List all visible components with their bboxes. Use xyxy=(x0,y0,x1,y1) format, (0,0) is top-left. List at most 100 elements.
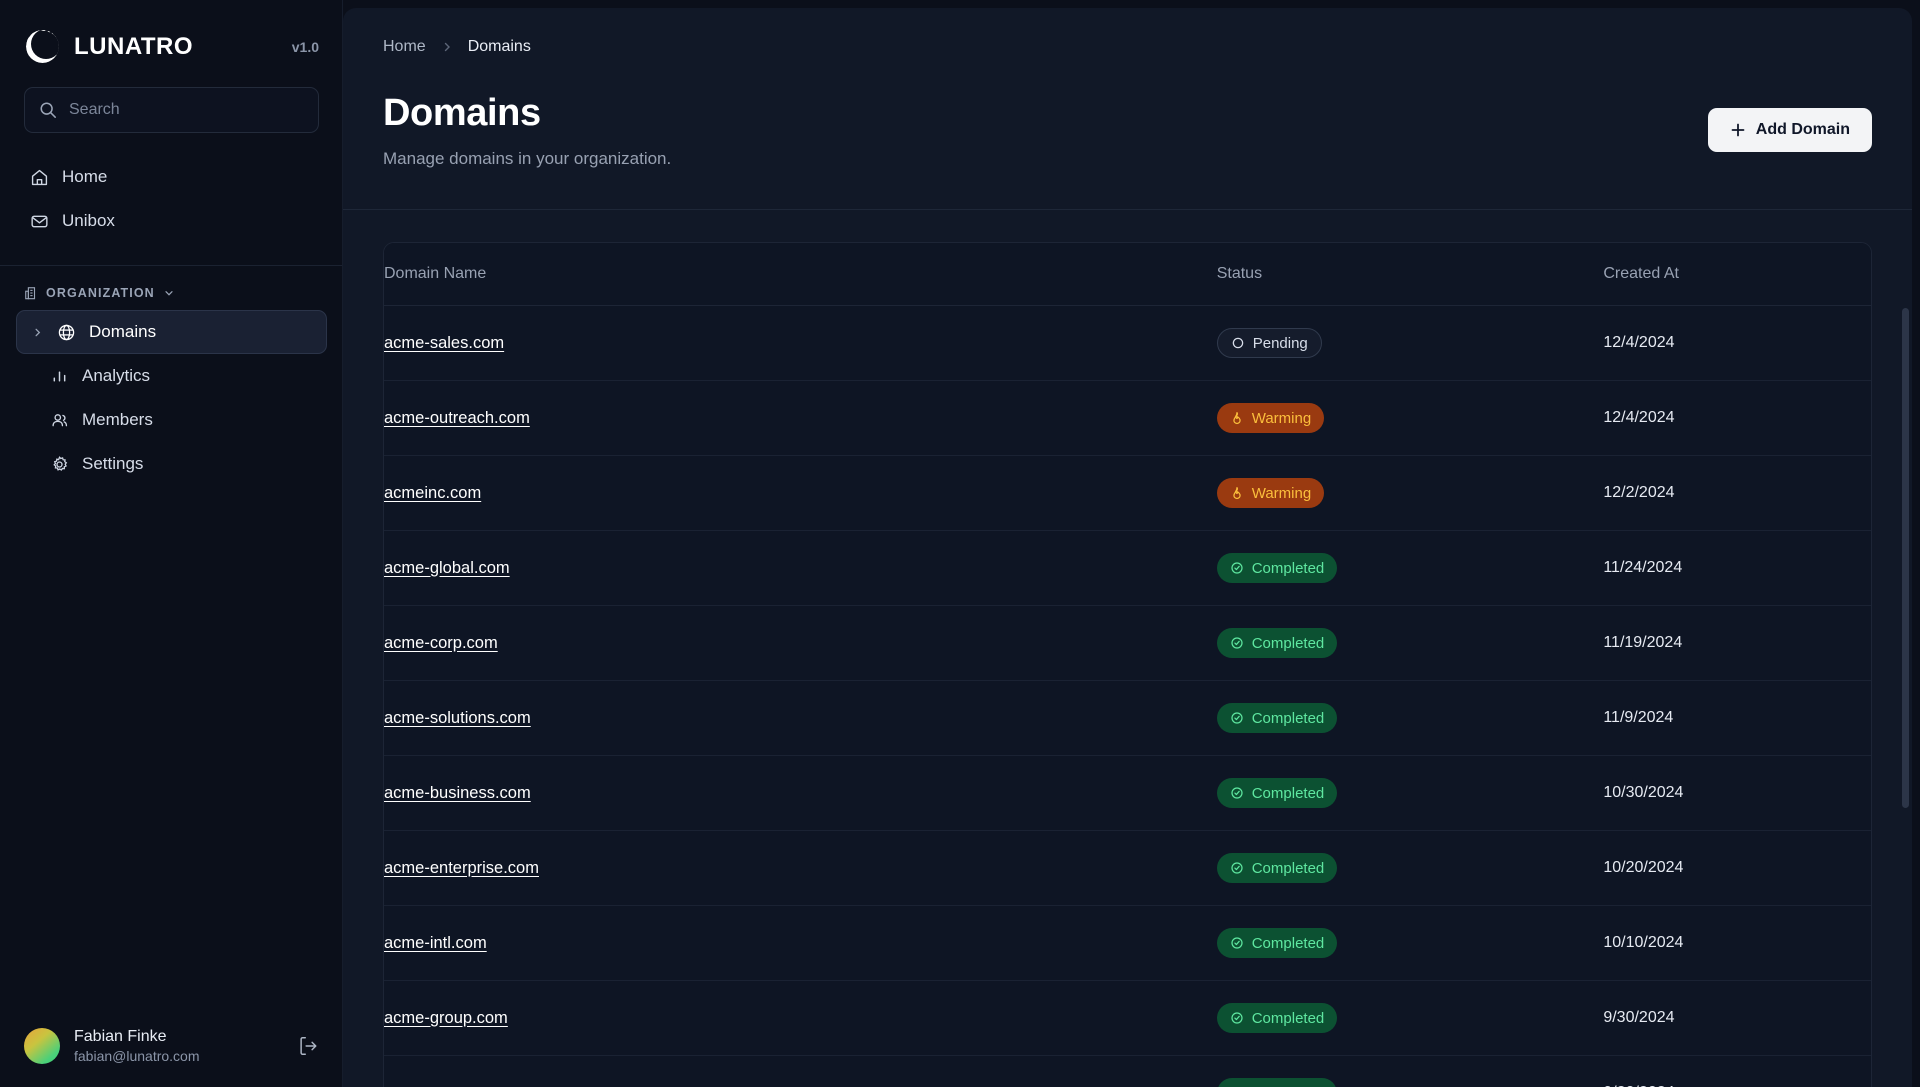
page-header: Domains Manage domains in your organizat… xyxy=(343,56,1912,169)
user-profile-bar[interactable]: Fabian Finke fabian@lunatro.com xyxy=(0,1009,343,1087)
domains-table: Domain Name Status Created At acme-sales… xyxy=(383,242,1872,1087)
table-row[interactable]: acme-connect.com Completed 9/20/2024 xyxy=(384,1056,1871,1087)
sidebar-item-label: Home xyxy=(62,167,108,186)
cell-created-at: 10/20/2024 xyxy=(1603,831,1871,906)
status-badge-label: Completed xyxy=(1251,709,1325,727)
domain-link[interactable]: acme-corp.com xyxy=(384,634,498,652)
sidebar-item-analytics[interactable]: Analytics xyxy=(16,354,327,398)
column-header-domain-name[interactable]: Domain Name xyxy=(384,243,1217,306)
envelope-icon xyxy=(30,212,49,231)
domain-link[interactable]: acme-group.com xyxy=(384,1009,508,1027)
breadcrumb-current[interactable]: Domains xyxy=(468,38,531,56)
domain-link[interactable]: acme-business.com xyxy=(384,784,531,802)
column-header-created-at[interactable]: Created At xyxy=(1603,243,1871,306)
sidebar-section-organization[interactable]: ORGANIZATION xyxy=(0,266,343,310)
brand-name: LUNATRO xyxy=(74,32,194,60)
vertical-scrollbar[interactable] xyxy=(1902,308,1909,808)
domains-table-region: Domain Name Status Created At acme-sales… xyxy=(343,210,1912,1087)
table-header-row: Domain Name Status Created At xyxy=(384,243,1871,306)
table-head: Domain Name Status Created At xyxy=(384,243,1871,306)
sidebar-nav-organization: Domains Analytics Members Settings xyxy=(0,310,343,486)
sidebar: LUNATRO v1.0 Home xyxy=(0,0,343,1087)
plus-icon xyxy=(1730,122,1746,138)
sidebar-item-unibox[interactable]: Unibox xyxy=(16,199,327,243)
sidebar-item-label: Analytics xyxy=(82,366,151,385)
search-input[interactable] xyxy=(69,101,304,119)
cell-created-at: 9/30/2024 xyxy=(1603,981,1871,1056)
domain-link[interactable]: acme-enterprise.com xyxy=(384,859,539,877)
sidebar-item-members[interactable]: Members xyxy=(16,398,327,442)
cell-created-at: 10/30/2024 xyxy=(1603,756,1871,831)
logout-icon[interactable] xyxy=(297,1035,319,1057)
status-badge-label: Warming xyxy=(1251,484,1312,502)
table-row[interactable]: acme-global.com Completed 11/24/2024 xyxy=(384,531,1871,606)
page-title: Domains xyxy=(383,92,541,134)
cell-created-at: 11/9/2024 xyxy=(1603,681,1871,756)
user-email: fabian@lunatro.com xyxy=(74,1047,200,1064)
domain-link[interactable]: acme-intl.com xyxy=(384,934,487,952)
cell-domain-name: acme-solutions.com xyxy=(384,681,1217,756)
flame-icon xyxy=(1230,411,1244,425)
sidebar-item-settings[interactable]: Settings xyxy=(16,442,327,486)
cell-created-at: 11/24/2024 xyxy=(1603,531,1871,606)
gear-icon xyxy=(50,455,69,474)
domain-link[interactable]: acme-connect.com xyxy=(384,1084,523,1087)
search-box[interactable] xyxy=(24,87,319,133)
domain-link[interactable]: acme-outreach.com xyxy=(384,409,530,427)
cell-domain-name: acme-connect.com xyxy=(384,1056,1217,1087)
table-row[interactable]: acme-group.com Completed 9/30/2024 xyxy=(384,981,1871,1056)
cell-status: Warming xyxy=(1216,381,1604,456)
domain-link[interactable]: acme-solutions.com xyxy=(384,709,531,727)
cell-created-at: 10/10/2024 xyxy=(1603,906,1871,981)
user-meta: Fabian Finke fabian@lunatro.com xyxy=(74,1027,283,1065)
bar-chart-icon xyxy=(50,367,69,386)
moon-sphere-logo-icon xyxy=(24,28,61,65)
domain-link[interactable]: acme-sales.com xyxy=(384,334,504,352)
breadcrumb-home[interactable]: Home xyxy=(383,38,426,56)
sidebar-item-home[interactable]: Home xyxy=(16,155,327,199)
table-row[interactable]: acme-intl.com Completed 10/10/2024 xyxy=(384,906,1871,981)
table-row[interactable]: acmeinc.com Warming 12/2/2024 xyxy=(384,456,1871,531)
sidebar-section-label: ORGANIZATION xyxy=(46,286,155,300)
sidebar-item-label: Settings xyxy=(82,454,144,473)
check-circle-icon xyxy=(1230,936,1244,950)
cell-created-at: 12/4/2024 xyxy=(1603,381,1871,456)
domain-link[interactable]: acmeinc.com xyxy=(384,484,481,502)
chevron-right-icon[interactable] xyxy=(30,327,44,338)
check-circle-icon xyxy=(1230,861,1244,875)
cell-status: Completed xyxy=(1216,531,1604,606)
table-row[interactable]: acme-corp.com Completed 11/19/2024 xyxy=(384,606,1871,681)
column-header-status[interactable]: Status xyxy=(1216,243,1604,306)
flame-icon xyxy=(1230,486,1244,500)
sidebar-item-label: Domains xyxy=(89,322,157,341)
table-body: acme-sales.com Pending 12/4/2024 acme-outre… xyxy=(384,306,1871,1087)
check-circle-icon xyxy=(1230,561,1244,575)
status-badge: Completed xyxy=(1216,1078,1338,1087)
sidebar-item-domains[interactable]: Domains xyxy=(16,310,327,354)
cell-domain-name: acme-business.com xyxy=(384,756,1217,831)
cell-domain-name: acme-intl.com xyxy=(384,906,1217,981)
add-domain-button[interactable]: Add Domain xyxy=(1707,108,1872,152)
cell-domain-name: acme-corp.com xyxy=(384,606,1217,681)
status-badge: Completed xyxy=(1216,703,1338,733)
table-row[interactable]: acme-outreach.com Warming 12/4/2024 xyxy=(384,381,1871,456)
status-badge-label: Completed xyxy=(1251,1009,1325,1027)
home-icon xyxy=(30,168,49,187)
chevron-down-icon[interactable] xyxy=(163,287,175,299)
status-badge-label: Completed xyxy=(1251,559,1325,577)
status-badge-label: Completed xyxy=(1251,859,1325,877)
status-badge: Completed xyxy=(1216,778,1338,808)
domain-link[interactable]: acme-global.com xyxy=(384,559,510,577)
app-root: LUNATRO v1.0 Home xyxy=(0,0,1920,1087)
status-badge: Completed xyxy=(1216,628,1338,658)
user-name: Fabian Finke xyxy=(74,1027,167,1045)
table-row[interactable]: acme-solutions.com Completed 11/9/2024 xyxy=(384,681,1871,756)
status-badge: Pending xyxy=(1216,328,1322,358)
check-circle-icon xyxy=(1230,636,1244,650)
status-badge: Warming xyxy=(1216,478,1325,508)
table-row[interactable]: acme-enterprise.com Completed 10/20/2024 xyxy=(384,831,1871,906)
cell-domain-name: acmeinc.com xyxy=(384,456,1217,531)
table-row[interactable]: acme-sales.com Pending 12/4/2024 xyxy=(384,306,1871,381)
table-row[interactable]: acme-business.com Completed 10/30/2024 xyxy=(384,756,1871,831)
